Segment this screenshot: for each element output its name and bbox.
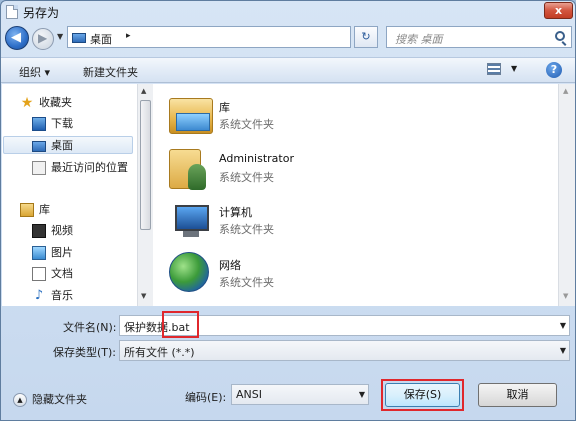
scroll-up-icon[interactable]: ▲ <box>563 87 568 95</box>
document-icon <box>32 267 46 281</box>
back-button[interactable]: ◀ <box>5 26 29 50</box>
navigation-scrollbar[interactable]: ▲ ▼ <box>137 84 153 306</box>
list-item[interactable]: Administrator 系统文件夹 <box>169 141 549 193</box>
search-placeholder: 搜索 桌面 <box>395 33 443 46</box>
navigation-bar: ◀ ▶ ▼ 桌面 ▸ ▼ ↻ 搜索 桌面 <box>1 23 575 51</box>
view-dropdown-icon[interactable]: ▼ <box>511 64 517 73</box>
sidebar-item-videos[interactable]: 视频 <box>32 222 73 240</box>
file-type: 系统文件夹 <box>219 223 274 236</box>
sidebar-item-label: 文档 <box>51 267 73 280</box>
file-name: Administrator <box>219 152 294 165</box>
picture-icon <box>32 246 46 260</box>
sidebar-item-label: 最近访问的位置 <box>51 161 128 174</box>
forward-button[interactable]: ▶ <box>32 28 54 50</box>
download-icon <box>32 117 46 131</box>
history-dropdown-icon[interactable]: ▼ <box>57 32 63 41</box>
annotation-highlight <box>381 379 464 411</box>
file-name: 库 <box>219 101 230 114</box>
chevron-up-icon: ▲ <box>13 393 27 407</box>
scroll-down-icon[interactable]: ▼ <box>563 292 568 300</box>
search-input[interactable]: 搜索 桌面 <box>386 26 572 48</box>
title-bar: 另存为 x <box>1 1 575 23</box>
search-icon[interactable] <box>555 31 565 41</box>
sidebar-item-libraries[interactable]: 库 <box>20 201 50 219</box>
sidebar-item-label: 视频 <box>51 224 73 237</box>
sidebar-item-label: 库 <box>39 203 50 216</box>
encoding-value: ANSI <box>236 388 262 401</box>
sidebar-item-label: 收藏夹 <box>39 96 72 109</box>
filetype-label: 保存类型(T): <box>53 346 117 359</box>
content-scrollbar[interactable]: ▲ ▼ <box>558 84 575 306</box>
filetype-select[interactable]: 所有文件 (*.*) ▼ <box>119 340 570 361</box>
hide-folders-label: 隐藏文件夹 <box>32 393 87 406</box>
scroll-up-icon[interactable]: ▲ <box>141 87 146 95</box>
filename-label: 文件名(N): <box>63 321 117 334</box>
sidebar-item-recent[interactable]: 最近访问的位置 <box>32 159 128 177</box>
view-options-icon[interactable] <box>487 63 501 75</box>
sidebar-item-pictures[interactable]: 图片 <box>32 244 73 262</box>
user-folder-icon <box>169 149 206 190</box>
close-button[interactable]: x <box>544 2 573 19</box>
back-arrow-icon: ◀ <box>11 30 21 45</box>
library-icon <box>20 203 34 217</box>
sidebar-item-label: 下载 <box>51 117 73 130</box>
star-icon: ★ <box>20 95 34 111</box>
chevron-down-icon[interactable]: ▼ <box>560 321 566 330</box>
chevron-down-icon[interactable]: ▼ <box>359 390 365 399</box>
file-type: 系统文件夹 <box>219 276 274 289</box>
sidebar-item-desktop[interactable]: 桌面 <box>3 136 133 154</box>
desktop-icon <box>32 140 46 152</box>
address-bar[interactable]: 桌面 ▸ ▼ <box>67 26 415 48</box>
breadcrumb-chevron-icon[interactable]: ▸ <box>126 31 131 41</box>
list-item[interactable]: 计算机 系统文件夹 <box>169 193 549 245</box>
sidebar-item-favorites[interactable]: ★ 收藏夹 <box>20 94 72 112</box>
computer-icon <box>169 201 213 245</box>
list-item[interactable]: 网络 系统文件夹 <box>169 246 549 298</box>
hide-folders-toggle[interactable]: ▲ 隐藏文件夹 <box>13 391 87 407</box>
sidebar-item-music[interactable]: ♪ 音乐 <box>32 287 73 305</box>
encoding-label: 编码(E): <box>185 391 227 404</box>
refresh-button[interactable]: ↻ <box>354 26 378 48</box>
scrollbar-thumb[interactable] <box>140 100 151 230</box>
file-type: 系统文件夹 <box>219 171 274 184</box>
filetype-value: 所有文件 (*.*) <box>124 346 195 359</box>
annotation-highlight <box>162 311 199 338</box>
video-icon <box>32 224 46 238</box>
scroll-down-icon[interactable]: ▼ <box>141 292 146 300</box>
list-item[interactable]: 库 系统文件夹 <box>169 88 549 140</box>
file-type: 系统文件夹 <box>219 118 274 131</box>
command-bar: 组织 ▾ 新建文件夹 ▼ ? <box>1 57 575 83</box>
encoding-select[interactable]: ANSI ▼ <box>231 384 369 405</box>
file-name: 计算机 <box>219 206 252 219</box>
new-folder-button[interactable]: 新建文件夹 <box>83 64 138 80</box>
help-button[interactable]: ? <box>546 62 562 78</box>
music-icon: ♪ <box>34 288 44 303</box>
desktop-icon <box>72 33 86 43</box>
organize-button[interactable]: 组织 ▾ <box>19 64 50 80</box>
sidebar-item-label: 图片 <box>51 246 73 259</box>
address-text[interactable]: 桌面 <box>90 31 112 47</box>
sidebar-item-downloads[interactable]: 下载 <box>32 115 73 133</box>
navigation-pane: ★ 收藏夹 下载 桌面 最近访问的位置 库 视频 图片 文档 ♪ 音乐 <box>2 84 137 306</box>
chevron-down-icon[interactable]: ▼ <box>560 346 566 355</box>
forward-arrow-icon: ▶ <box>38 31 48 45</box>
save-as-dialog: 另存为 x ◀ ▶ ▼ 桌面 ▸ ▼ ↻ 搜索 桌面 组织 ▾ 新建文件夹 ▼ … <box>0 0 576 421</box>
file-list: 库 系统文件夹 Administrator 系统文件夹 计算机 系统文件夹 网络… <box>153 84 558 306</box>
sidebar-item-documents[interactable]: 文档 <box>32 265 73 283</box>
sidebar-item-label: 音乐 <box>51 289 73 302</box>
window-title: 另存为 <box>23 6 60 20</box>
document-icon <box>6 5 18 19</box>
recent-places-icon <box>32 161 46 175</box>
file-name: 网络 <box>219 259 241 272</box>
network-icon <box>169 252 209 292</box>
library-icon <box>169 98 213 134</box>
cancel-button[interactable]: 取消 <box>478 383 557 407</box>
sidebar-item-label: 桌面 <box>51 139 73 152</box>
